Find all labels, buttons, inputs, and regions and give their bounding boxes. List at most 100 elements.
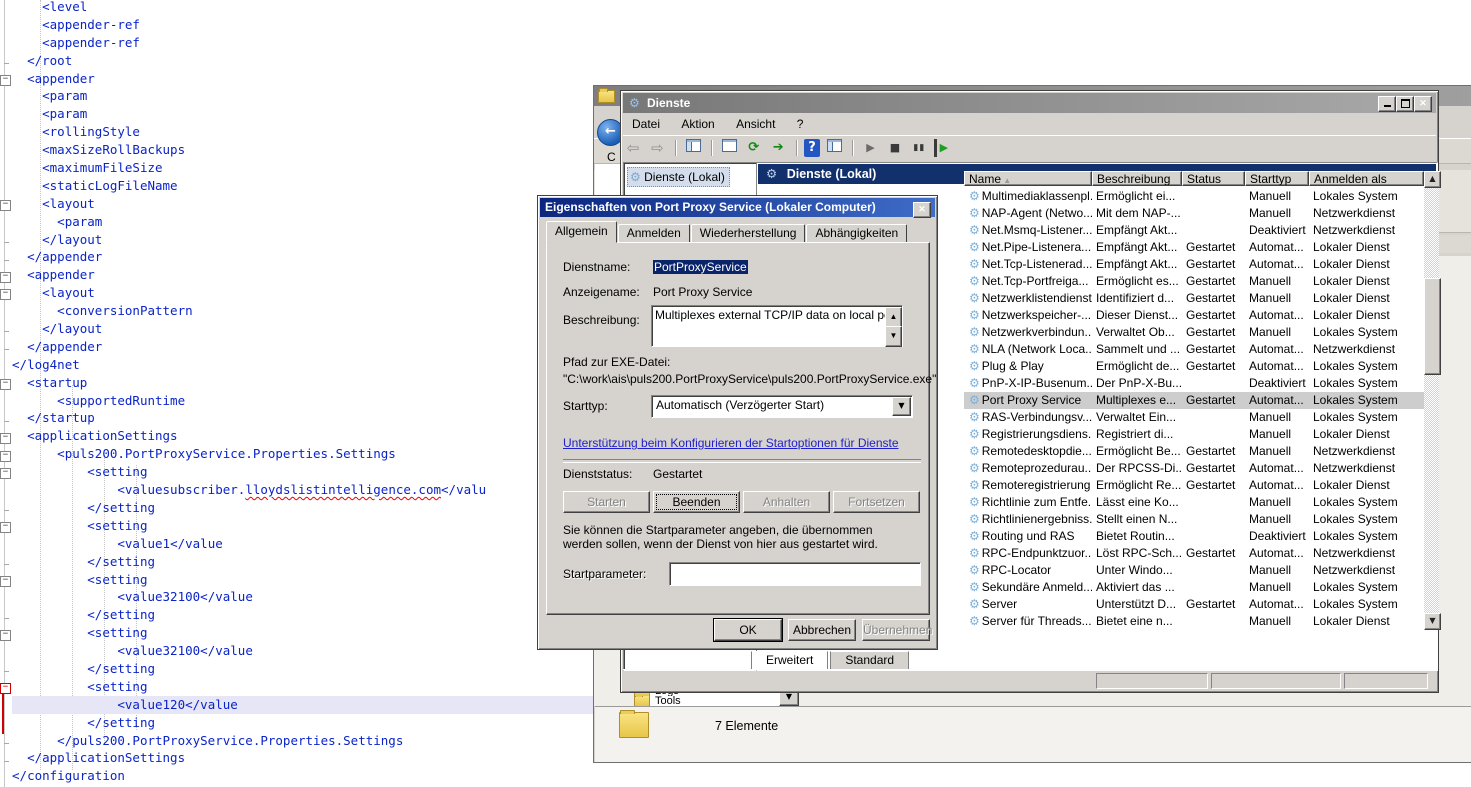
startparameter-hint: Sie können die Startparameter angeben, d… <box>563 523 915 551</box>
table-row[interactable]: ⚙RAS-Verbindungsv...Verwaltet Ein...Manu… <box>964 409 1424 426</box>
forward-icon[interactable]: ⇨ <box>647 139 667 157</box>
table-row[interactable]: ⚙RPC-LocatorUnter Windo...ManuellNetzwer… <box>964 562 1424 579</box>
fold-collapse-icon[interactable]: − <box>0 630 11 641</box>
fold-collapse-icon[interactable]: − <box>0 451 11 462</box>
table-row[interactable]: ⚙Remoteprozedurau...Der RPCSS-Di...Gesta… <box>964 460 1424 477</box>
fold-collapse-icon[interactable]: − <box>0 433 11 444</box>
tab-allgemein[interactable]: Allgemein <box>546 221 617 243</box>
fold-collapse-icon[interactable]: − <box>0 468 11 479</box>
tab-anmelden[interactable]: Anmelden <box>618 224 690 243</box>
table-row[interactable]: ⚙ServerUnterstützt D...GestartetAutomat.… <box>964 596 1424 613</box>
fold-collapse-icon[interactable]: − <box>0 522 11 533</box>
table-row[interactable]: ⚙Remotedesktopdie...Ermöglicht Be...Gest… <box>964 443 1424 460</box>
fold-collapse-icon[interactable]: − <box>0 200 11 211</box>
starttyp-combobox[interactable]: Automatisch (Verzögerter Start) ▼ <box>651 395 913 418</box>
help-icon[interactable]: ? <box>804 139 820 157</box>
tree-item-dienste-lokal[interactable]: ⚙ Dienste (Lokal) <box>627 167 730 187</box>
start-service-icon[interactable]: ▶ <box>860 139 880 157</box>
restart-service-icon[interactable]: ▶ <box>934 139 951 157</box>
table-row[interactable]: ⚙Server für Threads...Bietet eine n...Ma… <box>964 613 1424 630</box>
ok-button[interactable]: OK <box>714 619 782 641</box>
fold-collapse-icon[interactable]: − <box>0 272 11 283</box>
table-row[interactable]: ⚙NAP-Agent (Netwo...Mit dem NAP-...Manue… <box>964 205 1424 222</box>
startparameter-field[interactable] <box>669 562 921 586</box>
table-row[interactable]: ⚙Netzwerkverbindun...Verwaltet Ob...Gest… <box>964 324 1424 341</box>
column-header-anmelden-als[interactable]: Anmelden als <box>1309 171 1424 186</box>
beenden-button[interactable]: Beenden <box>653 491 740 513</box>
tab-wiederherstellung[interactable]: Wiederherstellung <box>691 224 806 243</box>
toolbar[interactable]: ⇦ ⇨ ⟳ ➔ ? ▶ ■ ▮▮ ▶ <box>623 135 1436 163</box>
scroll-down-icon[interactable]: ▼ <box>885 326 902 347</box>
code-folding-gutter[interactable]: −−−−−−−−−−−− <box>0 0 12 787</box>
column-header-status[interactable]: Status <box>1182 171 1245 186</box>
fold-collapse-icon[interactable]: − <box>0 289 11 300</box>
beschreibung-field[interactable]: Multiplexes external TCP/IP data on loca… <box>651 305 903 347</box>
scrollbar-thumb[interactable] <box>1424 278 1441 375</box>
tab-standard[interactable]: Standard <box>830 651 909 670</box>
beschreibung-scrollbar[interactable]: ▲ ▼ <box>885 307 901 345</box>
console-tree-icon[interactable] <box>683 139 703 157</box>
view-tabs[interactable]: Erweitert Standard <box>751 651 911 670</box>
table-row[interactable]: ⚙Richtlinienergebniss...Stellt einen N..… <box>964 511 1424 528</box>
dialog-tabs[interactable]: Allgemein Anmelden Wiederherstellung Abh… <box>546 223 908 243</box>
startoptionen-link[interactable]: Unterstützung beim Konfigurieren der Sta… <box>563 436 899 450</box>
dienstname-value[interactable]: PortProxyService <box>653 260 748 274</box>
column-header-starttyp[interactable]: Starttyp <box>1245 171 1309 186</box>
table-row[interactable]: ⚙Multimediaklassenpl...Ermöglicht ei...M… <box>964 188 1424 205</box>
pause-service-icon[interactable]: ▮▮ <box>909 139 929 157</box>
table-row[interactable]: ⚙RemoteregistrierungErmöglicht Re...Gest… <box>964 477 1424 494</box>
table-row[interactable]: ⚙Plug & PlayErmöglicht de...GestartetAut… <box>964 358 1424 375</box>
table-row[interactable]: ⚙Registrierungsdiens...Registriert di...… <box>964 426 1424 443</box>
table-row[interactable]: ⚙Net.Msmq-Listener...Empfängt Akt...Deak… <box>964 222 1424 239</box>
column-header-name[interactable]: Name ▲ <box>964 171 1092 186</box>
menu-help[interactable]: ? <box>788 117 813 131</box>
table-row[interactable]: ⚙PnP-X-IP-Busenum...Der PnP-X-Bu...Deakt… <box>964 375 1424 392</box>
menu-aktion[interactable]: Aktion <box>672 117 723 131</box>
maximize-button[interactable] <box>1396 96 1414 112</box>
extended-view-icon[interactable] <box>825 139 845 157</box>
close-button[interactable]: ✕ <box>1414 96 1432 112</box>
services-titlebar[interactable]: ⚙ Dienste ✕ <box>623 93 1436 113</box>
fold-collapse-icon[interactable]: − <box>0 379 11 390</box>
close-icon[interactable]: ✕ <box>913 202 931 218</box>
menu-ansicht[interactable]: Ansicht <box>727 117 784 131</box>
tab-erweitert[interactable]: Erweitert <box>751 651 828 670</box>
table-row[interactable]: ⚙Richtlinie zum Entfe...Lässt eine Ko...… <box>964 494 1424 511</box>
anhalten-button[interactable]: Anhalten <box>743 491 830 513</box>
column-header-beschreibung[interactable]: Beschreibung <box>1092 171 1182 186</box>
tab-abhaengigkeiten[interactable]: Abhängigkeiten <box>806 224 907 243</box>
table-row[interactable]: ⚙NetzwerklistendienstIdentifiziert d...G… <box>964 290 1424 307</box>
scroll-down-icon[interactable]: ▼ <box>1424 613 1441 630</box>
stop-service-icon[interactable]: ■ <box>885 139 905 157</box>
refresh-icon[interactable]: ⟳ <box>744 139 764 157</box>
folder-row[interactable]: Tools <box>634 696 794 706</box>
table-row[interactable]: ⚙NLA (Network Loca...Sammelt und ...Gest… <box>964 341 1424 358</box>
menu-datei[interactable]: Datei <box>623 117 669 131</box>
table-row[interactable]: ⚙Netzwerkspeicher-...Dieser Dienst...Ges… <box>964 307 1424 324</box>
minimize-button[interactable] <box>1378 96 1396 112</box>
table-row-selected[interactable]: ⚙Port Proxy ServiceMultiplexes e...Gesta… <box>964 392 1424 409</box>
scroll-up-icon[interactable]: ▲ <box>885 307 902 328</box>
starten-button[interactable]: Starten <box>563 491 650 513</box>
table-scrollbar[interactable]: ▲ ▼ <box>1424 171 1439 630</box>
services-table[interactable]: Name ▲BeschreibungStatusStarttypAnmelden… <box>964 171 1424 630</box>
properties-dialog[interactable]: Eigenschaften von Port Proxy Service (Lo… <box>537 195 938 650</box>
table-row[interactable]: ⚙Sekundäre Anmeld...Aktiviert das ...Man… <box>964 579 1424 596</box>
export-list-icon[interactable]: ➔ <box>768 139 788 157</box>
menu-bar[interactable]: Datei Aktion Ansicht ? <box>623 113 1436 135</box>
uebernehmen-button[interactable]: Übernehmen <box>862 619 930 641</box>
table-row[interactable]: ⚙Net.Pipe-Listenera...Empfängt Akt...Ges… <box>964 239 1424 256</box>
fold-collapse-icon[interactable]: − <box>0 576 11 587</box>
table-row[interactable]: ⚙Net.Tcp-Listenerad...Empfängt Akt...Ges… <box>964 256 1424 273</box>
table-row[interactable]: ⚙Routing und RASBietet Routin...Deaktivi… <box>964 528 1424 545</box>
fold-collapse-icon[interactable]: − <box>0 75 11 86</box>
abbrechen-button[interactable]: Abbrechen <box>788 619 856 641</box>
scroll-up-icon[interactable]: ▲ <box>1424 171 1441 188</box>
fortsetzen-button[interactable]: Fortsetzen <box>833 491 920 513</box>
table-row[interactable]: ⚙RPC-Endpunktzuor...Löst RPC-Sch...Gesta… <box>964 545 1424 562</box>
table-row[interactable]: ⚙Net.Tcp-Portfreiga...Ermöglicht es...Ge… <box>964 273 1424 290</box>
properties-icon[interactable] <box>719 139 739 157</box>
chevron-down-icon[interactable]: ▼ <box>892 397 911 416</box>
dialog-titlebar[interactable]: Eigenschaften von Port Proxy Service (Lo… <box>540 198 935 217</box>
back-icon[interactable]: ⇦ <box>623 139 643 157</box>
